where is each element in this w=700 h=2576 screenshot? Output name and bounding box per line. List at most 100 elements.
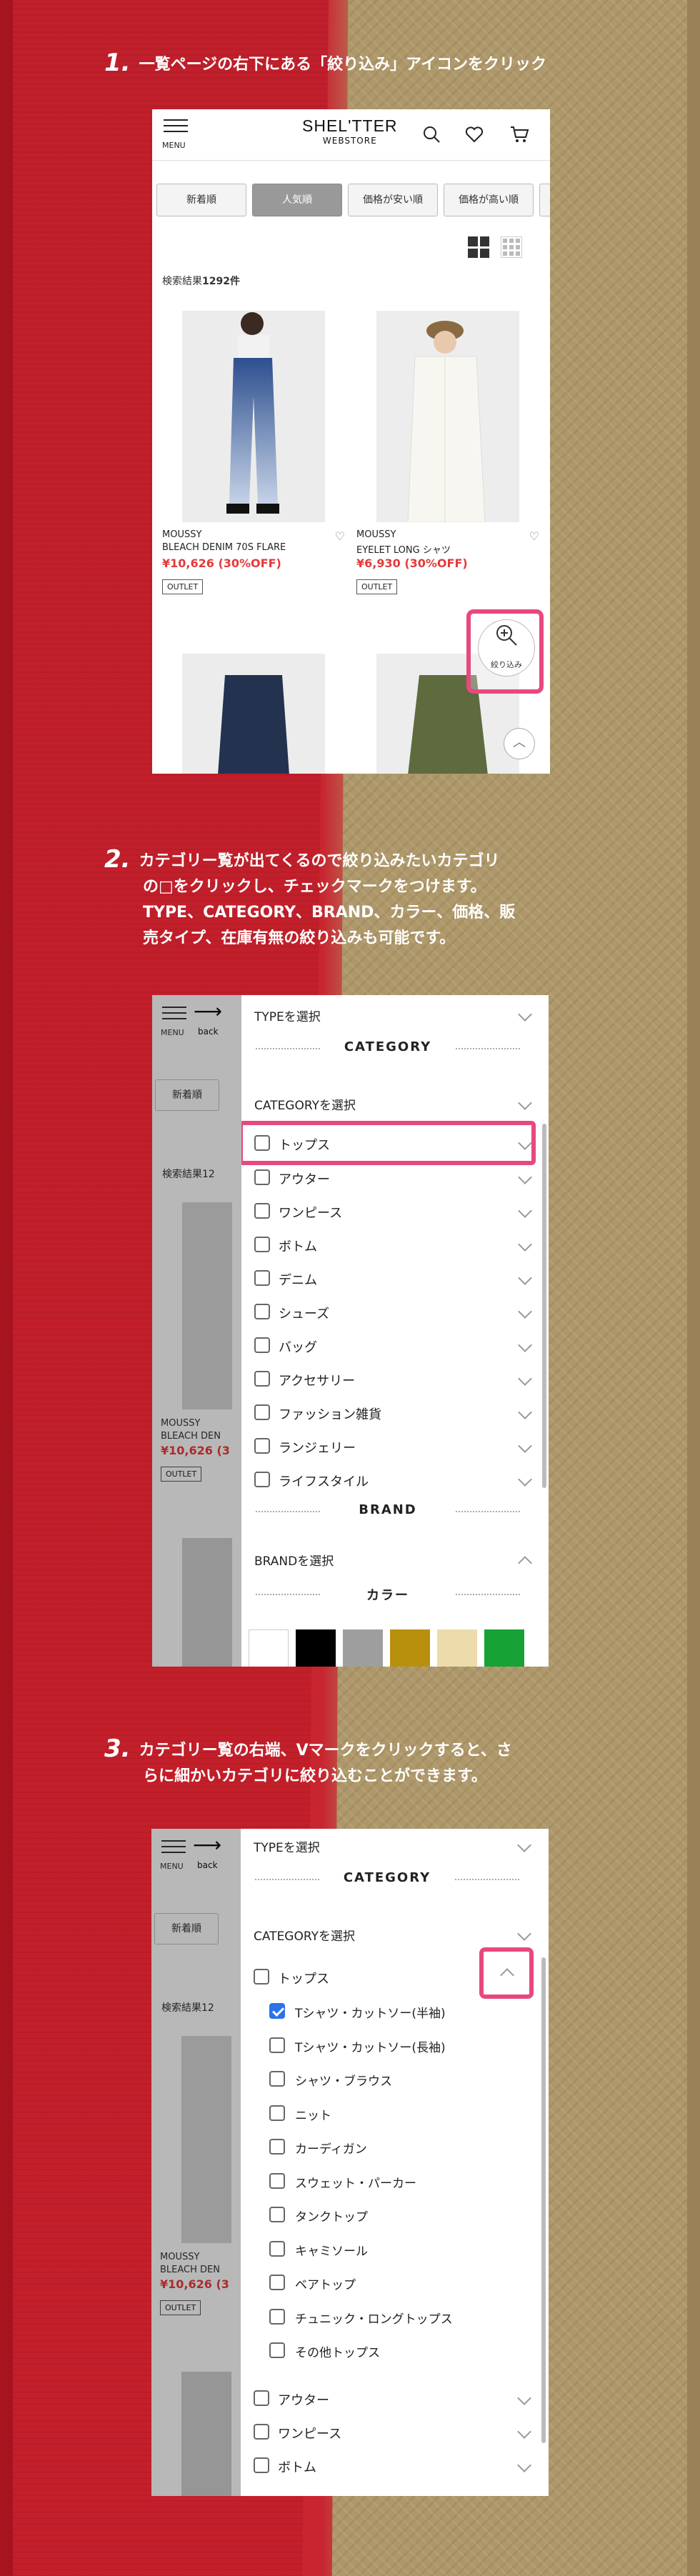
checkbox[interactable] <box>254 1472 270 1487</box>
category-scrollbar[interactable] <box>542 1124 546 1488</box>
color-swatch[interactable] <box>437 1629 477 1667</box>
chevron-down-icon[interactable] <box>518 1136 532 1150</box>
chevron-down-icon[interactable] <box>518 1007 532 1022</box>
checkbox[interactable] <box>269 2342 285 2358</box>
sort-price-high-button[interactable]: 価格が高い順 <box>444 184 534 216</box>
filter-button-highlight[interactable]: 絞り込み <box>466 609 544 694</box>
sort-more-button[interactable] <box>539 184 550 216</box>
chevron-down-icon[interactable] <box>517 1838 531 1852</box>
chevron-down-icon[interactable] <box>518 1338 532 1352</box>
checkbox[interactable] <box>269 2275 285 2290</box>
category-item[interactable]: ボトム <box>241 1231 534 1259</box>
category-item[interactable]: ランジェリー <box>241 1432 534 1461</box>
checkbox[interactable] <box>254 2457 269 2473</box>
subcategory-item[interactable]: スウェット・パーカー <box>241 2167 534 2196</box>
chevron-down-icon[interactable] <box>517 2425 531 2439</box>
grid-3col-icon[interactable] <box>501 236 522 258</box>
color-swatch[interactable] <box>296 1629 336 1667</box>
site-logo[interactable]: SHEL'TTER WEBSTORE <box>302 116 398 146</box>
menu-label[interactable]: MENU <box>162 141 186 150</box>
chevron-down-icon[interactable] <box>518 1472 532 1487</box>
category-item[interactable]: アウター <box>241 2385 534 2413</box>
chevron-down-icon[interactable] <box>517 2458 531 2472</box>
filter-button[interactable]: 絞り込み <box>478 619 535 677</box>
checkbox[interactable] <box>254 1404 270 1420</box>
checkbox[interactable] <box>254 1371 270 1387</box>
checkbox[interactable] <box>254 1337 270 1353</box>
subcategory-item[interactable]: ニット <box>241 2100 534 2128</box>
subcategory-item[interactable]: タンクトップ <box>241 2201 534 2230</box>
checkbox-checked[interactable] <box>269 2003 285 2019</box>
category-item[interactable]: デニム <box>241 1264 534 1293</box>
checkbox[interactable] <box>254 1169 270 1185</box>
heart-icon[interactable] <box>465 125 484 144</box>
checkbox[interactable] <box>269 2037 285 2053</box>
sort-popular-button[interactable]: 人気順 <box>252 184 342 216</box>
favorite-heart-icon[interactable]: ♡ <box>529 529 539 543</box>
chevron-down-icon[interactable] <box>517 2391 531 2405</box>
subcategory-item[interactable]: チュニック・ロングトップス <box>241 2303 534 2332</box>
search-icon[interactable] <box>422 125 441 144</box>
category-item[interactable]: ワンピース <box>241 1197 534 1226</box>
checkbox[interactable] <box>269 2308 285 2325</box>
chevron-down-icon[interactable] <box>518 1096 532 1110</box>
sort-newest-button[interactable]: 新着順 <box>156 184 246 216</box>
checkbox[interactable] <box>269 2105 285 2121</box>
color-swatch[interactable] <box>390 1629 430 1667</box>
checkbox[interactable] <box>269 2207 285 2222</box>
cart-icon[interactable] <box>509 125 529 144</box>
chevron-up-icon[interactable] <box>518 1556 532 1570</box>
color-swatch[interactable] <box>484 1629 524 1667</box>
chevron-down-icon[interactable] <box>518 1304 532 1319</box>
type-select-row[interactable]: TYPEを選択 <box>241 1832 534 1860</box>
subcategory-item[interactable]: カーディガン <box>241 2133 534 2162</box>
subcategory-item[interactable]: キャミソール <box>241 2235 534 2264</box>
type-select-row[interactable]: TYPEを選択 <box>241 1001 534 1029</box>
checkbox[interactable] <box>269 2172 285 2189</box>
product-name[interactable]: BLEACH DENIM 70S FLARE <box>162 542 286 553</box>
category-item[interactable]: ファッション雑貨 <box>241 1399 534 1427</box>
menu-icon[interactable] <box>164 119 188 136</box>
chevron-down-icon[interactable] <box>518 1405 532 1419</box>
checkbox[interactable] <box>254 1237 270 1252</box>
category-item[interactable]: バッグ <box>241 1332 534 1360</box>
subcategory-item[interactable]: Tシャツ・カットソー(長袖) <box>241 2032 534 2060</box>
category-scrollbar[interactable] <box>541 1957 546 2443</box>
color-swatch[interactable] <box>343 1629 383 1667</box>
subcategory-item[interactable]: シャツ・ブラウス <box>241 2065 534 2094</box>
sort-price-low-button[interactable]: 価格が安い順 <box>348 184 438 216</box>
checkbox[interactable] <box>254 1270 270 1286</box>
chevron-down-icon[interactable] <box>518 1271 532 1285</box>
subcategory-item[interactable]: ベアトップ <box>241 2269 534 2297</box>
category-item[interactable]: シューズ <box>241 1298 534 1327</box>
checkbox[interactable] <box>269 2240 285 2257</box>
product-card[interactable]: MOUSSY EYELET LONG シャツ ¥6,930 (30%OFF) O… <box>356 311 539 611</box>
chevron-down-icon[interactable] <box>517 1927 531 1941</box>
product-name[interactable]: EYELET LONG シャツ <box>356 542 451 556</box>
category-item[interactable]: アクセサリー <box>241 1365 534 1394</box>
color-swatch[interactable] <box>249 1629 289 1667</box>
category-item[interactable]: ボトム <box>241 2452 534 2480</box>
checkbox[interactable] <box>254 1304 270 1319</box>
checkbox[interactable] <box>254 1438 270 1454</box>
checkbox[interactable] <box>254 1135 270 1151</box>
checkbox[interactable] <box>254 2424 269 2440</box>
checkbox[interactable] <box>254 1969 269 1985</box>
chevron-down-icon[interactable] <box>518 1204 532 1218</box>
subcategory-item[interactable]: その他トップス <box>241 2337 534 2365</box>
brand-select-row[interactable]: BRANDを選択 <box>241 1545 534 1574</box>
product-card[interactable]: MOUSSY BLEACH DENIM 70S FLARE ¥10,626 (3… <box>162 311 345 611</box>
product-image[interactable] <box>182 654 325 774</box>
scroll-top-chevron-up-icon[interactable]: ︿ <box>504 728 535 759</box>
checkbox[interactable] <box>269 2139 285 2155</box>
chevron-down-icon[interactable] <box>518 1372 532 1386</box>
grid-2col-icon[interactable] <box>468 236 489 258</box>
subcategory-item[interactable]: Tシャツ・カットソー(半袖) <box>241 1997 534 2026</box>
chevron-up-icon[interactable] <box>500 1968 514 1982</box>
product-image[interactable] <box>376 311 519 522</box>
category-select-row[interactable]: CATEGORYを選択 <box>241 1089 534 1118</box>
checkbox[interactable] <box>254 2390 269 2406</box>
category-item[interactable]: ワンピース <box>241 2418 534 2447</box>
category-item[interactable]: アウター <box>241 1164 534 1192</box>
chevron-down-icon[interactable] <box>518 1237 532 1252</box>
